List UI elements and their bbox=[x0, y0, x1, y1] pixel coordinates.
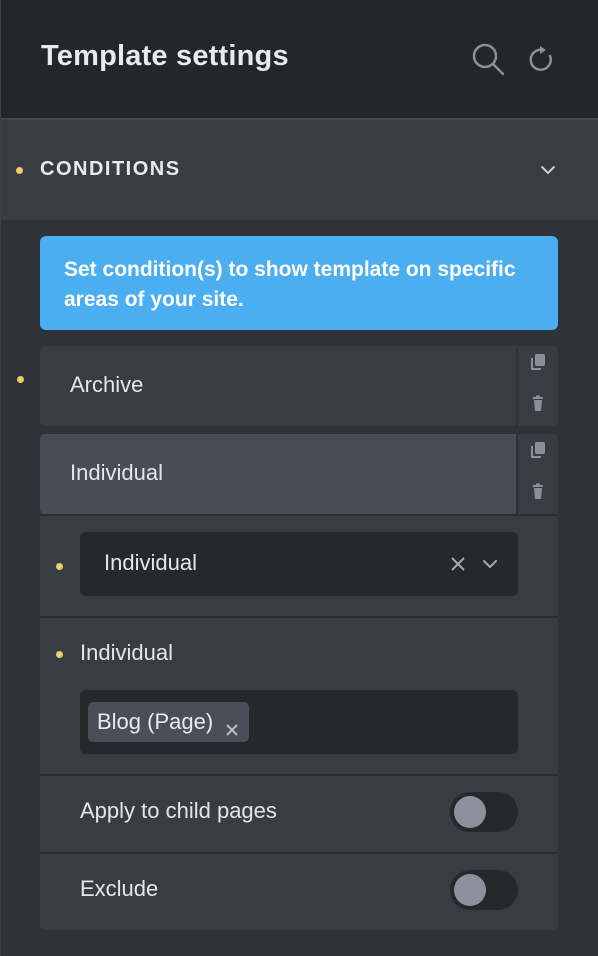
changed-indicator-dot bbox=[56, 563, 63, 570]
selected-tag: Blog (Page) bbox=[88, 702, 250, 742]
panel-header: Template settings bbox=[1, 0, 598, 118]
panel-title: Template settings bbox=[41, 40, 289, 72]
condition-type-select[interactable]: Individual bbox=[80, 532, 518, 596]
divider bbox=[40, 616, 558, 618]
info-text: Set condition(s) to show template on spe… bbox=[64, 258, 516, 311]
toggle-knob bbox=[454, 796, 486, 828]
condition-row-individual[interactable]: Individual bbox=[40, 434, 516, 514]
select-value: Individual bbox=[104, 550, 197, 575]
divider bbox=[40, 852, 558, 854]
condition-label: Individual bbox=[70, 460, 163, 485]
chevron-down-icon[interactable] bbox=[480, 554, 500, 574]
exclude-label: Exclude bbox=[80, 876, 159, 901]
search-icon[interactable] bbox=[470, 40, 506, 78]
tag-label: Blog (Page) bbox=[97, 709, 214, 734]
changed-indicator-dot bbox=[16, 167, 23, 174]
trash-icon[interactable] bbox=[528, 394, 548, 414]
divider bbox=[40, 514, 558, 516]
remove-tag-icon[interactable] bbox=[223, 712, 241, 736]
individual-multiselect[interactable]: Blog (Page) bbox=[80, 690, 518, 754]
toggle-knob bbox=[454, 874, 486, 906]
trash-icon[interactable] bbox=[528, 482, 548, 502]
copy-icon[interactable] bbox=[528, 440, 548, 460]
conditions-title: CONDITIONS bbox=[40, 158, 181, 180]
info-callout: Set condition(s) to show template on spe… bbox=[40, 236, 558, 330]
apply-child-pages-label: Apply to child pages bbox=[80, 798, 277, 823]
condition-actions bbox=[518, 346, 558, 426]
condition-label: Archive bbox=[70, 372, 144, 397]
copy-icon[interactable] bbox=[528, 352, 548, 372]
individual-field-label: Individual bbox=[80, 640, 173, 665]
apply-child-pages-toggle[interactable] bbox=[450, 792, 518, 832]
exclude-toggle[interactable] bbox=[450, 870, 518, 910]
condition-actions bbox=[518, 434, 558, 514]
condition-row-archive[interactable]: Archive bbox=[40, 346, 516, 426]
changed-indicator-dot bbox=[17, 376, 24, 383]
chevron-down-icon[interactable] bbox=[538, 160, 558, 180]
clear-icon[interactable] bbox=[448, 554, 468, 574]
divider bbox=[40, 774, 558, 776]
refresh-icon[interactable] bbox=[524, 40, 560, 78]
changed-indicator-dot bbox=[56, 651, 63, 658]
